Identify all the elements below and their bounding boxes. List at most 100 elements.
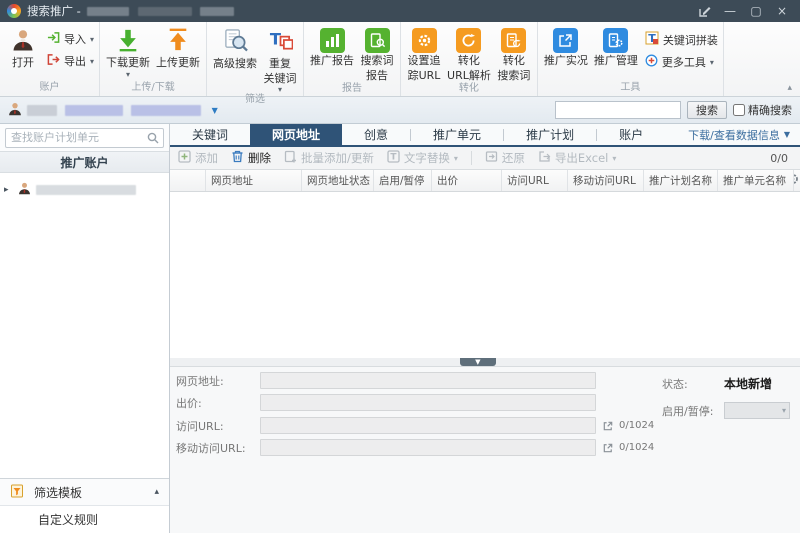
field-webpage-url-input[interactable] [260, 372, 596, 389]
promo-live-button[interactable]: 推广实况 [541, 24, 591, 68]
gear-icon[interactable] [794, 173, 799, 188]
visit-url-counter: 0/1024 [619, 420, 654, 431]
ribbon-group-updown: 下载更新 ▾ 上传更新 上传/下载 [100, 22, 207, 96]
keyword-assemble-button[interactable]: T 关键词拼装 [645, 31, 718, 48]
tab-account[interactable]: 账户 [597, 124, 665, 145]
enable-pause-select[interactable]: ▾ [724, 402, 790, 419]
restore-button[interactable]: 还原 [485, 150, 525, 166]
panel-splitter: ▼ [170, 358, 800, 367]
close-button[interactable]: × [769, 1, 795, 21]
duplicate-keywords-button[interactable]: T 重复 关键词 ▾ [260, 24, 300, 93]
ribbon-group-account: 打开 导入 ▾ 导出 ▾ [0, 22, 100, 96]
column-bid[interactable]: 出价 [432, 170, 502, 191]
text-replace-icon: T [387, 150, 400, 166]
text-replace-button[interactable]: T 文字替换 ▾ [387, 150, 458, 166]
advanced-search-button[interactable]: 高级搜索 [210, 24, 260, 71]
more-tools-label: 更多工具 [662, 54, 706, 70]
ribbon-toolbar: 打开 导入 ▾ 导出 ▾ [0, 22, 800, 97]
column-webpage-url[interactable]: 网页地址 [206, 170, 302, 191]
export-button[interactable]: 导出 ▾ [47, 53, 94, 69]
more-tools-button[interactable]: 更多工具 ▾ [645, 54, 718, 70]
tab-webpage-url[interactable]: 网页地址 [250, 124, 342, 145]
chevron-down-icon: ▾ [90, 57, 94, 66]
ribbon-collapse-chevron-icon[interactable]: ▴ [787, 83, 792, 93]
import-icon [47, 31, 60, 47]
external-link-icon[interactable] [602, 442, 614, 454]
restore-label: 还原 [502, 150, 525, 166]
template-icon [10, 484, 24, 501]
global-search-input[interactable] [555, 101, 681, 119]
ribbon-group-convert: 设置追 踪URL 转化 URL解析 转化 搜索词 [401, 22, 538, 96]
import-export-column: 导入 ▾ 导出 ▾ [43, 24, 96, 69]
collapse-up-icon[interactable]: ▴ [154, 487, 159, 497]
collapse-panel-handle[interactable]: ▼ [460, 358, 496, 366]
export-arrow-icon [538, 150, 551, 166]
search-report-label-line1: 搜索词 [361, 55, 394, 68]
promo-manage-button[interactable]: 推广管理 [591, 24, 641, 68]
field-visit-url-input[interactable] [260, 417, 596, 434]
titlebar: 搜索推广 - — ▢ × [0, 0, 800, 22]
column-webpage-url-status[interactable]: 网页地址状态 [302, 170, 374, 191]
download-update-button[interactable]: 下载更新 ▾ [103, 24, 153, 78]
toolbar-divider [471, 151, 472, 165]
column-adgroup-name[interactable]: 推广单元名称 [718, 170, 794, 191]
tree-header: 推广账户 [0, 151, 169, 173]
user-icon [11, 28, 35, 55]
duplicate-keywords-icon: T [268, 28, 293, 56]
detail-form-right: 状态: 本地新增 启用/暂停: ▾ [662, 375, 790, 429]
search-report-button[interactable]: 搜索词 报告 [357, 24, 397, 82]
delete-button[interactable]: 删除 [231, 150, 271, 166]
search-icon [147, 132, 159, 147]
enable-pause-row: 启用/暂停: ▾ [662, 402, 790, 419]
download-view-data-link[interactable]: 下载/查看数据信息 ▼ [688, 124, 800, 145]
minimize-button[interactable]: — [717, 1, 743, 21]
add-button[interactable]: 添加 [178, 150, 218, 166]
table-header: 网页地址 网页地址状态 启用/暂停 出价 访问URL 移动访问URL 推广计划名… [170, 170, 800, 192]
external-link-icon[interactable] [602, 420, 614, 432]
global-search-button[interactable]: 搜索 [687, 101, 727, 119]
tab-keywords[interactable]: 关键词 [170, 124, 250, 145]
open-button[interactable]: 打开 [3, 24, 43, 70]
set-tracking-url-button[interactable]: 设置追 踪URL [404, 24, 444, 82]
column-campaign-name[interactable]: 推广计划名称 [644, 170, 718, 191]
account-dropdown-caret-icon[interactable]: ▼ [212, 106, 218, 115]
field-visit-url: 访问URL: 0/1024 [176, 417, 654, 434]
redacted-account-name [27, 103, 201, 117]
app-logo-icon [7, 4, 21, 18]
tab-ad-groups[interactable]: 推广单元 [411, 124, 503, 145]
expand-arrow-icon[interactable]: ▸ [4, 185, 13, 195]
import-button[interactable]: 导入 ▾ [47, 31, 94, 47]
ribbon-group-report: 推广报告 搜索词 报告 报告 [304, 22, 401, 96]
window-controls: — ▢ × [691, 1, 795, 21]
column-enable-pause[interactable]: 启用/暂停 [374, 170, 432, 191]
custom-rules-section[interactable]: 自定义规则 [0, 506, 169, 533]
redacted-title-text [87, 4, 235, 18]
account-selector[interactable]: ▼ [8, 102, 218, 119]
upload-update-button[interactable]: 上传更新 [153, 24, 203, 70]
field-mobile-visit-url-input[interactable] [260, 439, 596, 456]
maximize-button[interactable]: ▢ [743, 1, 769, 21]
app-window: 搜索推广 - — ▢ × 打开 [0, 0, 800, 533]
tree-item-account[interactable]: ▸ [0, 179, 169, 201]
convert-search-terms-button[interactable]: 转化 搜索词 [494, 24, 534, 82]
convert-url-parse-label-line1: 转化 [458, 55, 480, 68]
convert-url-parse-button[interactable]: 转化 URL解析 [444, 24, 494, 82]
batch-add-update-button[interactable]: 批量添加/更新 [284, 150, 374, 166]
tree-search-input[interactable] [5, 128, 164, 148]
filter-template-section[interactable]: 筛选模板 ▴ [0, 479, 169, 506]
external-box-icon [553, 28, 578, 53]
tab-creatives[interactable]: 创意 [342, 124, 410, 145]
column-select[interactable] [170, 170, 206, 191]
column-visit-url[interactable]: 访问URL [502, 170, 568, 191]
status-value: 本地新增 [724, 375, 772, 392]
promo-report-button[interactable]: 推广报告 [307, 24, 357, 68]
column-mobile-visit-url[interactable]: 移动访问URL [568, 170, 644, 191]
account-tree: ▸ [0, 173, 169, 478]
field-bid-input[interactable] [260, 394, 596, 411]
exact-search-checkbox[interactable] [733, 104, 745, 116]
export-excel-button[interactable]: 导出Excel ▾ [538, 150, 616, 166]
compose-icon[interactable] [691, 1, 717, 21]
download-update-label: 下载更新 [106, 57, 150, 70]
tab-campaigns[interactable]: 推广计划 [504, 124, 596, 145]
field-webpage-url: 网页地址: [176, 372, 596, 389]
